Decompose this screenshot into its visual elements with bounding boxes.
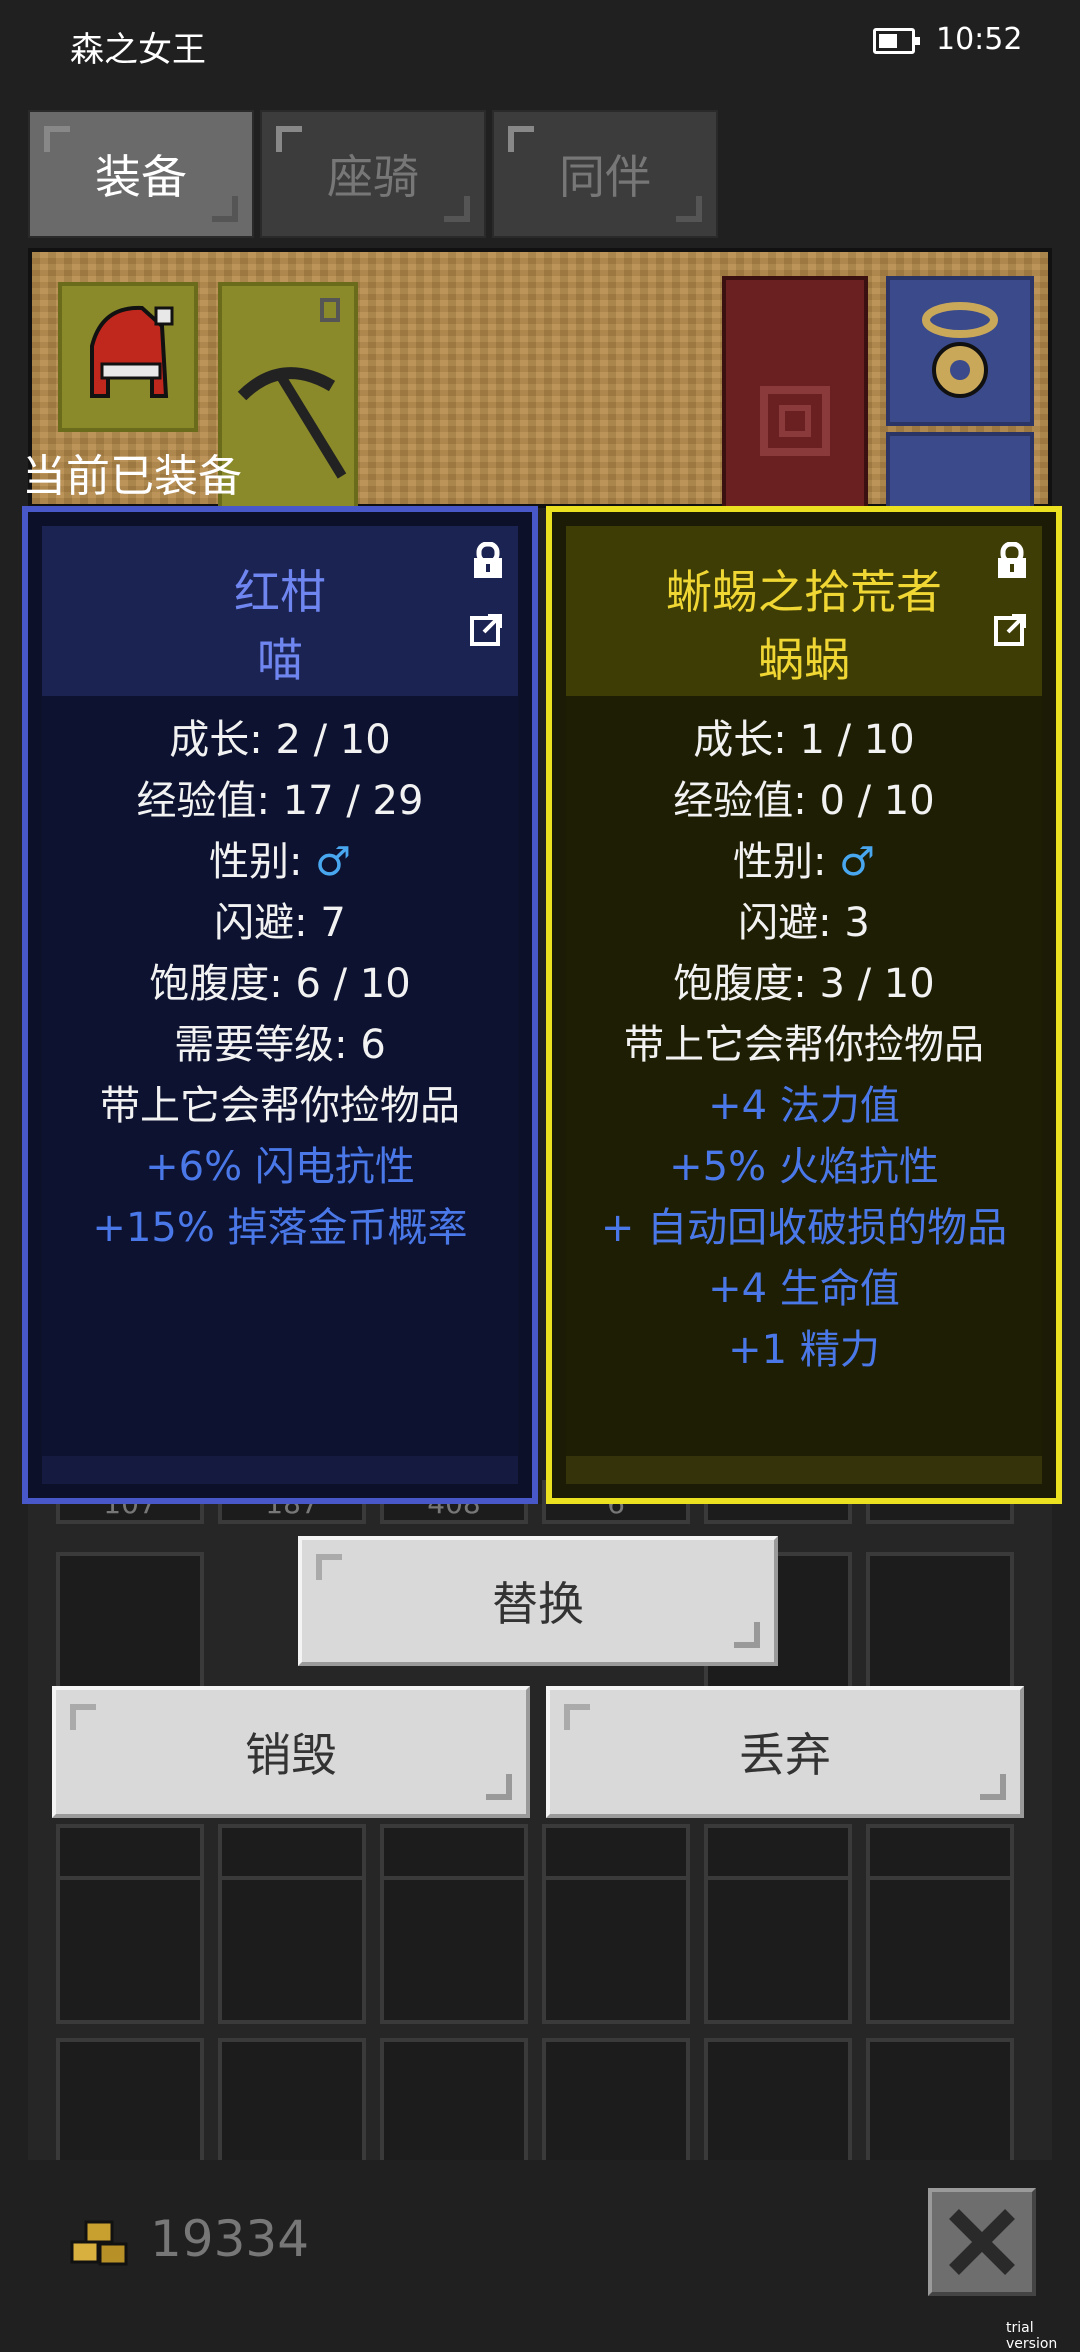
inventory-cell[interactable]: [866, 1876, 1014, 2024]
lock-icon[interactable]: [472, 542, 504, 580]
pet-species: 喵: [257, 633, 303, 687]
bonus-mana: +4 法力值: [708, 1083, 900, 1129]
trial-version-label: trial version: [1006, 2320, 1058, 2352]
stat-gender: 性别: ♂: [566, 832, 1042, 893]
status-title: 森之女王: [70, 30, 206, 70]
corner-decoration: [70, 1704, 96, 1730]
inventory-cell[interactable]: [380, 2038, 528, 2160]
equip-slot-helmet[interactable]: [58, 282, 198, 432]
corner-decoration: [316, 1554, 342, 1580]
inventory-cell[interactable]: [704, 1824, 852, 1880]
corner-decoration: [980, 1774, 1006, 1800]
pet-name: 红柑: [234, 565, 326, 619]
destroy-label: 销毁: [245, 1728, 337, 1782]
inventory-cell[interactable]: [218, 2038, 366, 2160]
inventory-cell[interactable]: [56, 1824, 204, 1880]
gender-label: 性别:: [208, 839, 316, 885]
inventory-cell[interactable]: [218, 1824, 366, 1880]
inventory-cell[interactable]: [56, 2038, 204, 2160]
inventory-cell[interactable]: [866, 1824, 1014, 1880]
corner-decoration: [486, 1774, 512, 1800]
pet-stats: 成长: 1 / 10 经验值: 0 / 10 性别: ♂ 闪避: 3 饱腹度: …: [566, 710, 1042, 1381]
tab-label: 装备: [95, 150, 187, 204]
lock-icon: [320, 298, 340, 322]
export-icon[interactable]: [470, 612, 504, 646]
corner-decoration: [444, 196, 470, 222]
bonus-gold-drop: +15% 掉落金币概率: [92, 1205, 468, 1251]
gold-amount: 19334: [150, 2210, 310, 2268]
stat-satiety: 饱腹度: 3 / 10: [673, 961, 935, 1007]
corner-decoration: [734, 1622, 760, 1648]
export-icon[interactable]: [994, 612, 1028, 646]
replace-label: 替换: [492, 1577, 584, 1631]
stat-growth: 成长: 2 / 10: [169, 717, 391, 763]
stat-dodge: 闪避: 7: [214, 900, 346, 946]
tab-equipment[interactable]: 装备: [28, 110, 254, 238]
stat-pickup: 带上它会帮你捡物品: [100, 1083, 460, 1129]
inventory-cell[interactable]: [56, 1552, 204, 1700]
spiral-icon: [760, 386, 830, 456]
pet-name: 蜥蜴之拾荒者: [666, 565, 942, 619]
equip-slot-ring[interactable]: [886, 432, 1034, 512]
bonus-health: +4 生命值: [708, 1266, 900, 1312]
drop-button[interactable]: 丢弃: [546, 1686, 1024, 1818]
inventory-cell[interactable]: [542, 1876, 690, 2024]
stat-exp: 经验值: 17 / 29: [136, 778, 424, 824]
bonus-auto-salvage: + 自动回收破损的物品: [600, 1205, 1008, 1251]
bonus-stamina: +1 精力: [728, 1327, 880, 1373]
corner-decoration: [44, 126, 70, 152]
inventory-cell[interactable]: [542, 2038, 690, 2160]
inventory-cell[interactable]: [218, 1876, 366, 2024]
card-footer: [42, 1456, 518, 1484]
gender-label: 性别:: [732, 839, 840, 885]
inventory-cell[interactable]: [704, 1876, 852, 2024]
gold-coins-icon: [70, 2220, 128, 2266]
corner-decoration: [676, 196, 702, 222]
equip-slot-amulet[interactable]: [886, 276, 1034, 426]
battery-icon: [873, 28, 920, 54]
stat-growth: 成长: 1 / 10: [693, 717, 915, 763]
inventory-cell[interactable]: [542, 1824, 690, 1880]
drop-label: 丢弃: [739, 1728, 831, 1782]
stat-required-level: 需要等级: 6: [174, 1022, 386, 1068]
bonus-fire-resist: +5% 火焰抗性: [669, 1144, 939, 1190]
male-icon: ♂: [839, 839, 876, 885]
stat-gender: 性别: ♂: [42, 832, 518, 893]
inventory-cell[interactable]: [380, 1876, 528, 2024]
close-icon: [949, 2209, 1015, 2275]
corner-decoration: [564, 1704, 590, 1730]
helmet-icon: [90, 305, 174, 398]
inventory-cell[interactable]: [704, 2038, 852, 2160]
corner-decoration: [212, 196, 238, 222]
clock: 10:52: [936, 22, 1023, 57]
stat-exp: 经验值: 0 / 10: [673, 778, 935, 824]
replace-button[interactable]: 替换: [298, 1536, 778, 1666]
tab-label: 座骑: [327, 150, 419, 204]
stat-satiety: 饱腹度: 6 / 10: [149, 961, 411, 1007]
inventory-cell[interactable]: [56, 1876, 204, 2024]
inventory-cell[interactable]: [380, 1824, 528, 1880]
close-button[interactable]: [928, 2188, 1036, 2296]
male-icon: ♂: [315, 839, 352, 885]
tab-companion[interactable]: 同伴: [492, 110, 718, 238]
current-pet-card: 红柑 喵 成长: 2 / 10 经验值: 17 / 29 性别: ♂ 闪避: 7…: [22, 506, 538, 1504]
bonus-lightning-resist: +6% 闪电抗性: [145, 1144, 415, 1190]
card-footer: [566, 1456, 1042, 1484]
corner-decoration: [276, 126, 302, 152]
tab-mount[interactable]: 座骑: [260, 110, 486, 238]
pet-species: 蜗蜗: [758, 633, 850, 687]
inventory-cell[interactable]: [866, 1552, 1014, 1700]
corner-decoration: [508, 126, 534, 152]
stat-pickup: 带上它会帮你捡物品: [624, 1022, 984, 1068]
inventory-cell[interactable]: [866, 2038, 1014, 2160]
tab-label: 同伴: [559, 150, 651, 204]
equipped-label: 当前已装备: [22, 451, 242, 502]
amulet-icon: [922, 302, 998, 398]
pet-stats: 成长: 2 / 10 经验值: 17 / 29 性别: ♂ 闪避: 7 饱腹度:…: [42, 710, 518, 1259]
destroy-button[interactable]: 销毁: [52, 1686, 530, 1818]
new-pet-card: 蜥蜴之拾荒者 蜗蜗 成长: 1 / 10 经验值: 0 / 10 性别: ♂ 闪…: [546, 506, 1062, 1504]
lock-icon[interactable]: [996, 542, 1028, 580]
equip-slot-offhand[interactable]: [722, 276, 868, 512]
stat-dodge: 闪避: 3: [738, 900, 870, 946]
